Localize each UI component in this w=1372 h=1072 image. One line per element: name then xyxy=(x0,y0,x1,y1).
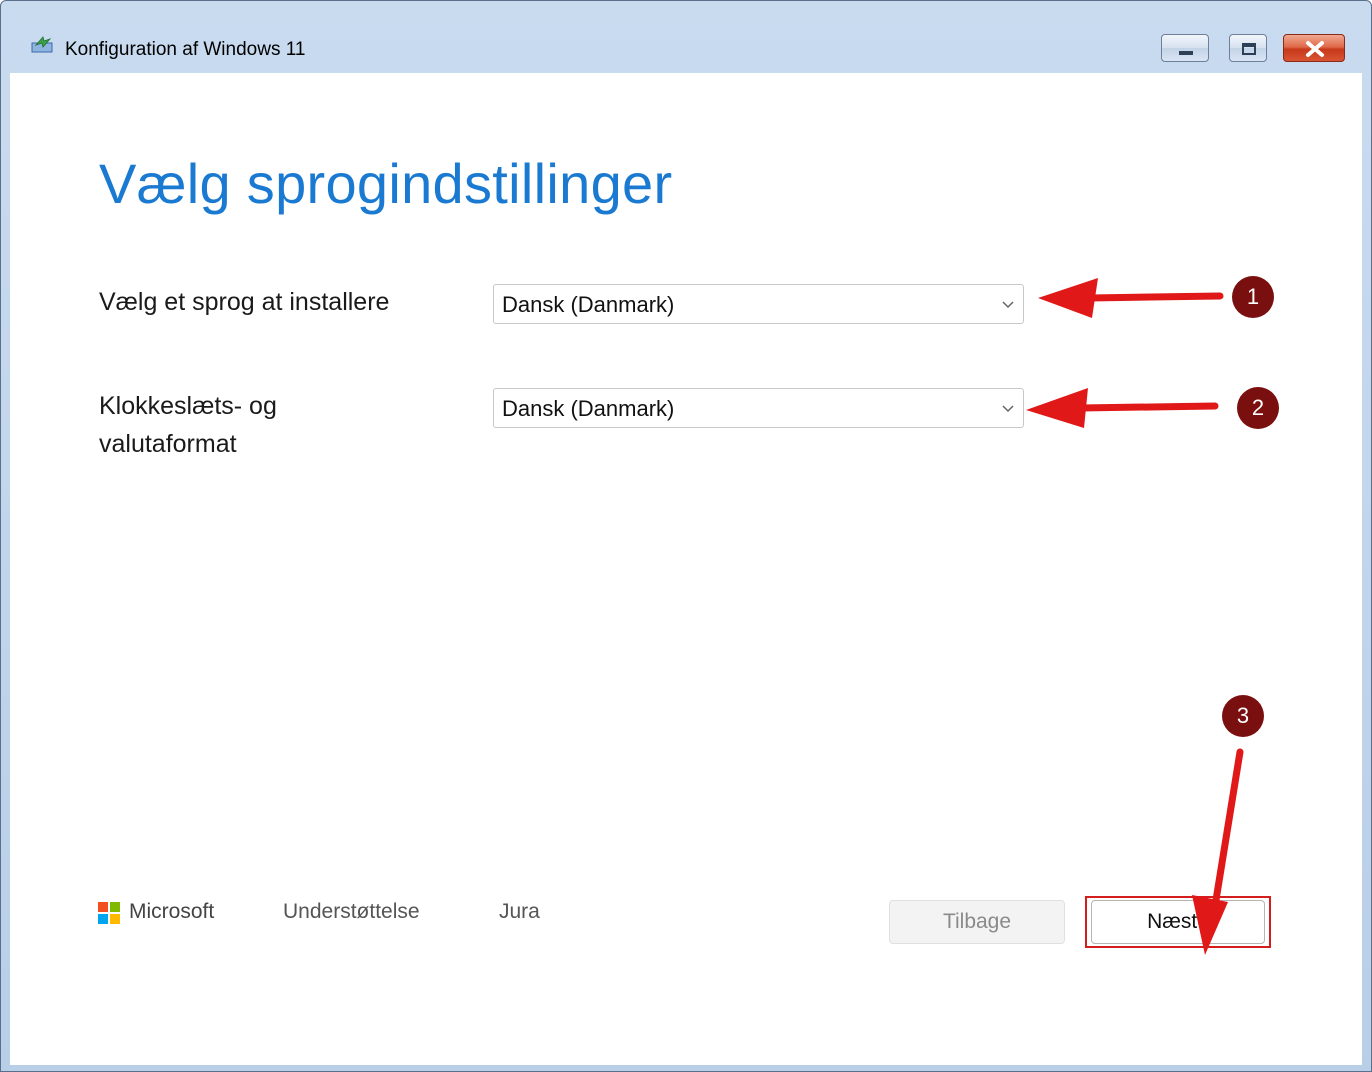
arrow-2 xyxy=(1026,388,1219,428)
annotation-badge-1: 1 xyxy=(1232,276,1274,318)
annotation-badge-2: 2 xyxy=(1237,387,1279,429)
annotation-badge-3: 3 xyxy=(1222,695,1264,737)
arrow-3 xyxy=(1192,748,1244,955)
annotation-overlay xyxy=(1026,278,1244,955)
arrow-1 xyxy=(1038,278,1224,318)
